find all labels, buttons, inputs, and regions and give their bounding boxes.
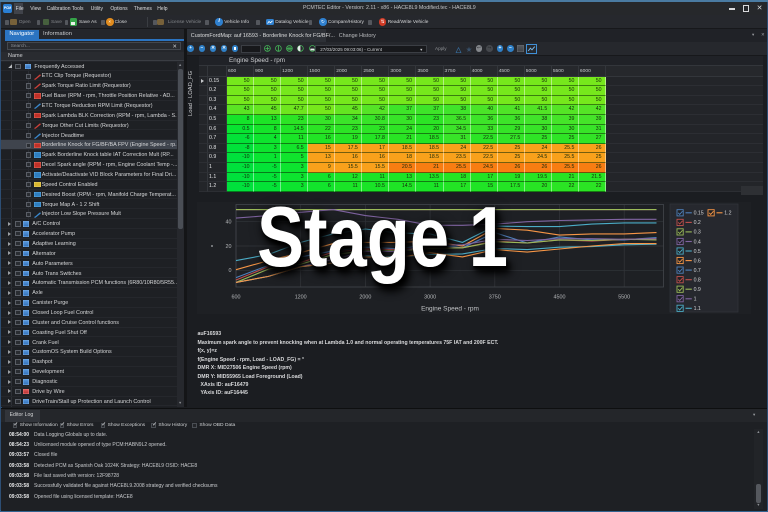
svg-text:0.6: 0.6 [694, 258, 701, 264]
svg-text:0.9: 0.9 [694, 287, 701, 293]
svg-text:1: 1 [694, 297, 697, 303]
svg-text:0.8: 0.8 [694, 278, 701, 284]
svg-text:20: 20 [226, 244, 232, 250]
svg-text:0.5: 0.5 [694, 249, 701, 255]
svg-text:0.15: 0.15 [694, 211, 704, 217]
svg-text:1.1: 1.1 [694, 306, 701, 312]
svg-text:0: 0 [229, 268, 232, 274]
svg-text:3750: 3750 [489, 294, 501, 300]
svg-text:3000: 3000 [424, 294, 436, 300]
svg-text:0.7: 0.7 [694, 268, 701, 274]
svg-text:1.2: 1.2 [724, 211, 731, 217]
svg-text:0.2: 0.2 [694, 220, 701, 226]
svg-text:40: 40 [226, 220, 232, 226]
svg-text:600: 600 [232, 294, 241, 300]
svg-text:4500: 4500 [554, 294, 566, 300]
svg-text:2000: 2000 [359, 294, 371, 300]
svg-text:0.3: 0.3 [694, 230, 701, 236]
svg-text:5500: 5500 [618, 294, 630, 300]
svg-text:Engine Speed - rpm: Engine Speed - rpm [421, 305, 479, 312]
svg-text:0.4: 0.4 [694, 239, 701, 245]
svg-text:1200: 1200 [295, 294, 307, 300]
